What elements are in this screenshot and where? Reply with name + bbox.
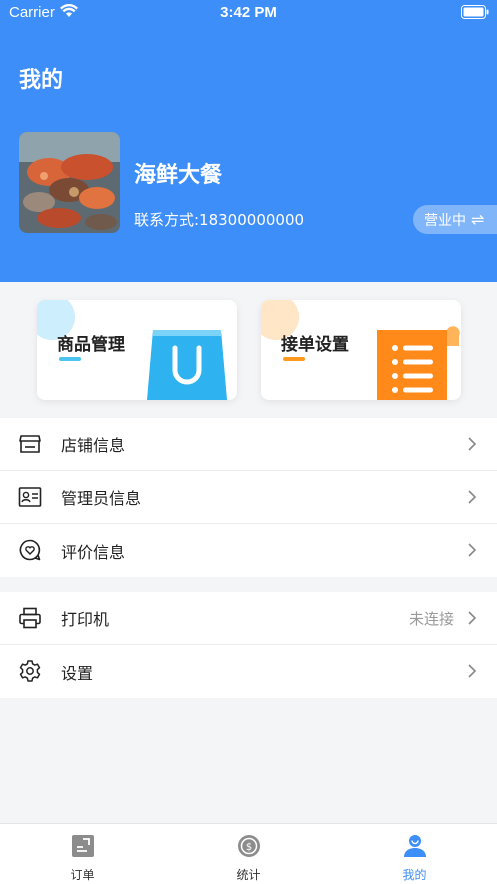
- tab-stats[interactable]: $ 统计: [166, 824, 331, 884]
- review-heart-icon: [19, 539, 41, 561]
- stats-coin-icon: $: [237, 835, 260, 857]
- menu-item-reviews[interactable]: 评价信息: [0, 524, 497, 577]
- chevron-right-icon: [468, 543, 477, 557]
- business-status-label: 营业中: [424, 212, 466, 229]
- battery-icon: [461, 5, 489, 23]
- tab-label: 订单: [70, 868, 95, 882]
- printer-icon: [19, 607, 41, 629]
- product-management-card[interactable]: 商品管理: [37, 300, 237, 400]
- tab-label: 统计: [236, 868, 261, 882]
- chevron-right-icon: [468, 664, 477, 678]
- tab-label: 我的: [402, 868, 427, 882]
- swap-arrows-icon: ⇌: [471, 210, 485, 229]
- menu-item-store-info[interactable]: 店铺信息: [0, 418, 497, 471]
- menu-item-settings[interactable]: 设置: [0, 645, 497, 698]
- page-title: 我的: [19, 68, 64, 93]
- store-icon: [19, 435, 41, 453]
- menu-item-label: 打印机: [61, 610, 110, 629]
- card-title: 商品管理: [57, 335, 125, 355]
- gear-icon: [19, 660, 41, 682]
- clock: 3:42 PM: [220, 4, 277, 21]
- menu-item-label: 设置: [61, 663, 94, 683]
- order-settings-card[interactable]: 接单设置: [261, 300, 461, 400]
- tab-bar: 订单 $ 统计 我的: [0, 823, 497, 884]
- quick-actions: 商品管理 接单设置: [0, 282, 497, 418]
- menu-group-info: 店铺信息 管理员信息 评价信息: [0, 418, 497, 577]
- svg-text:$: $: [245, 842, 251, 853]
- id-card-icon: [18, 487, 42, 507]
- card-title: 接单设置: [281, 335, 349, 355]
- card-underline: [283, 357, 305, 361]
- chevron-right-icon: [468, 611, 477, 625]
- printer-status: 未连接: [408, 609, 454, 628]
- chevron-right-icon: [468, 490, 477, 504]
- menu-item-label: 评价信息: [61, 542, 126, 562]
- chevron-right-icon: [468, 437, 477, 451]
- menu-item-printer[interactable]: 打印机 未连接: [0, 592, 497, 645]
- shopping-bag-icon: [147, 330, 227, 400]
- menu-group-device: 打印机 未连接 设置: [0, 592, 497, 698]
- receipt-icon: [377, 326, 460, 400]
- menu-item-label: 店铺信息: [61, 436, 126, 455]
- business-status-toggle[interactable]: 营业中 ⇌: [413, 205, 497, 234]
- menu-item-admin-info[interactable]: 管理员信息: [0, 471, 497, 524]
- shop-name: 海鲜大餐: [134, 163, 223, 188]
- shop-avatar[interactable]: [19, 132, 120, 233]
- profile-header: Carrier 3:42 PM 我的 海鲜大餐 联系方式:18300000000…: [0, 0, 497, 282]
- menu-item-label: 管理员信息: [61, 489, 142, 508]
- status-bar: Carrier 3:42 PM: [0, 0, 497, 26]
- profile-icon: [403, 835, 426, 857]
- tab-profile[interactable]: 我的: [332, 824, 497, 884]
- card-underline: [59, 357, 81, 361]
- shop-contact: 联系方式:18300000000: [134, 211, 305, 229]
- order-icon: [71, 835, 94, 857]
- tab-orders[interactable]: 订单: [0, 824, 165, 884]
